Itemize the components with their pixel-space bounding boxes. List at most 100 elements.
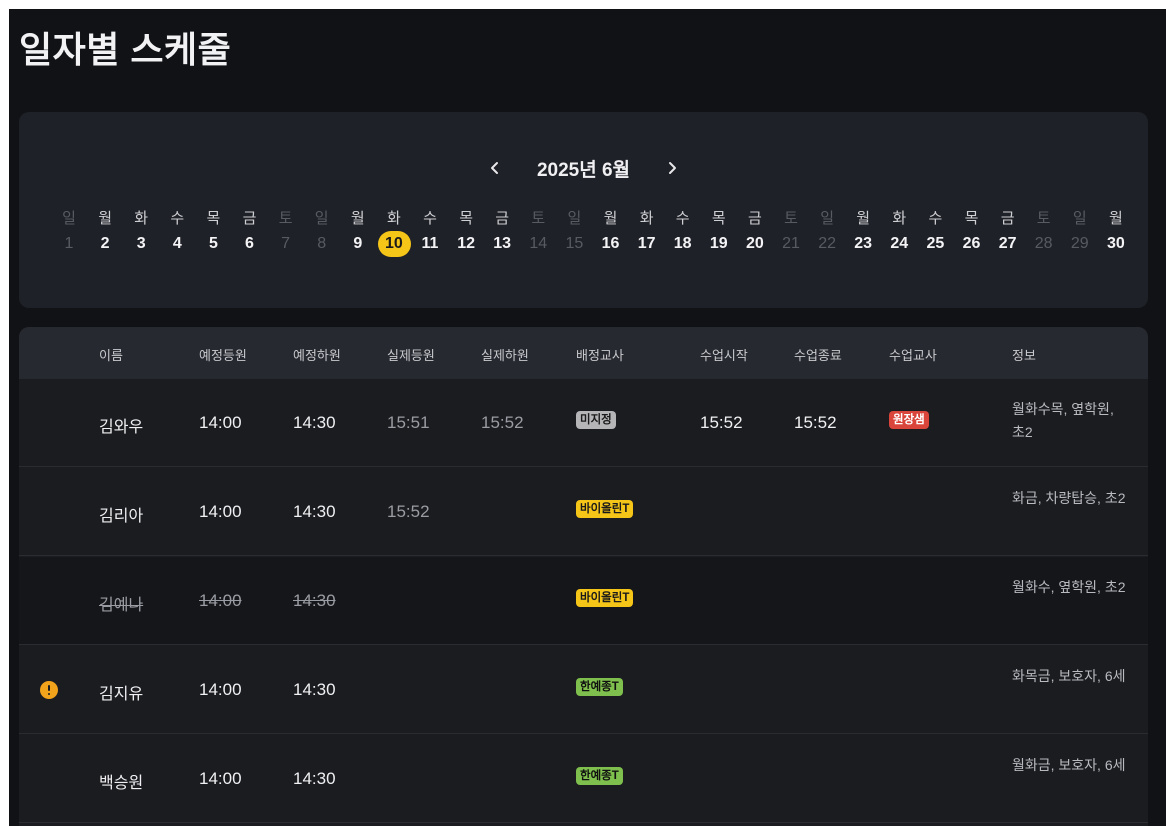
calendar-day-11[interactable]: 수 11 (412, 208, 448, 256)
calendar-day-26[interactable]: 목 26 (954, 208, 990, 256)
calendar-day-5[interactable]: 목5 (195, 208, 231, 256)
planned-in-time: 14:00 (199, 769, 242, 788)
day-number: 20 (745, 235, 764, 252)
planned-out-time: 14:30 (293, 769, 336, 788)
student-info: 화목금, 보호자, 6세 (1012, 668, 1126, 684)
weekday-label: 화 (639, 210, 654, 227)
day-number: 7 (281, 235, 291, 252)
day-number: 6 (245, 235, 254, 252)
day-number: 14 (529, 235, 548, 252)
calendar-day-1[interactable]: 일1 (51, 208, 87, 256)
calendar-day-17[interactable]: 화 17 (629, 208, 665, 256)
weekday-label: 금 (747, 210, 762, 227)
calendar-day-18[interactable]: 수 18 (665, 208, 701, 256)
assigned-teacher-badge[interactable]: 미지정 (576, 411, 616, 429)
calendar-day-19[interactable]: 목 19 (701, 208, 737, 256)
planned-in-time: 14:00 (199, 680, 242, 699)
calendar-day-23[interactable]: 월 23 (845, 208, 881, 256)
actual-in-time: 15:51 (387, 413, 430, 432)
table-row[interactable]: 김지유 14:00 14:30 한예종T 화목금, 보호자, 6세 (19, 646, 1148, 734)
day-number: 10 (384, 235, 403, 252)
calendar-day-28[interactable]: 토 28 (1026, 208, 1062, 256)
assigned-teacher-badge[interactable]: 한예종T (576, 678, 623, 696)
day-number: 27 (998, 235, 1017, 252)
planned-out-time: 14:30 (293, 502, 336, 521)
calendar-day-14[interactable]: 토 14 (520, 208, 556, 256)
day-number: 12 (457, 235, 475, 252)
weekday-label: 일 (567, 210, 582, 227)
planned-in-time: 14:00 (199, 591, 242, 610)
calendar-day-30[interactable]: 월 30 (1098, 208, 1134, 256)
calendar-day-25[interactable]: 수 25 (917, 208, 953, 256)
weekday-label: 수 (675, 210, 690, 227)
table-row[interactable]: 김와우 14:00 14:30 15:51 15:52 15:52 15:52 미지정 원장샘 월… (19, 379, 1148, 467)
weekday-label: 목 (711, 210, 726, 227)
student-name: 김리아 (99, 508, 144, 525)
day-number: 30 (1106, 235, 1125, 252)
actual-in-time: 15:52 (387, 502, 430, 521)
header-planned-in: 예정등원 (199, 348, 247, 363)
weekday-label: 일 (820, 210, 834, 227)
calendar-day-4[interactable]: 수4 (159, 208, 195, 256)
weekday-label: 화 (386, 210, 401, 227)
assigned-teacher-badge[interactable]: 한예종T (576, 767, 623, 785)
day-number: 28 (1034, 235, 1053, 252)
warning-icon (40, 681, 58, 699)
weekday-label: 목 (964, 210, 979, 227)
day-number: 21 (782, 235, 800, 252)
weekday-label: 금 (495, 210, 510, 227)
calendar-header: 2025년 6월 (19, 156, 1148, 181)
table-row[interactable]: 김리아 14:00 14:30 15:52 바이올린T 화금, 차량탑승, 초2 (19, 468, 1148, 556)
class-start-time: 15:52 (700, 413, 743, 432)
calendar-day-21[interactable]: 토 21 (773, 208, 809, 256)
calendar-day-2[interactable]: 월2 (87, 208, 123, 256)
day-number: 18 (673, 235, 692, 252)
table-row[interactable]: 백승원 14:00 14:30 한예종T 월화금, 보호자, 6세 (19, 735, 1148, 823)
month-label: 2025년 6월 (536, 159, 631, 181)
planned-out-time: 14:30 (293, 591, 336, 610)
calendar-day-27[interactable]: 금 27 (990, 208, 1026, 256)
weekday-label: 월 (856, 210, 871, 227)
next-month-button[interactable] (660, 156, 684, 180)
calendar-day-24[interactable]: 화 24 (881, 208, 917, 256)
weekday-label: 일 (1072, 210, 1087, 227)
calendar-day-6[interactable]: 금6 (232, 208, 268, 256)
calendar-day-12[interactable]: 목 12 (448, 208, 484, 256)
weekday-label: 일 (62, 210, 76, 227)
calendar-day-20[interactable]: 금 20 (737, 208, 773, 256)
weekday-label: 목 (459, 210, 473, 227)
calendar-day-13[interactable]: 금 13 (484, 208, 520, 256)
calendar-day-8[interactable]: 일8 (304, 208, 340, 256)
planned-out-time: 14:30 (293, 680, 336, 699)
student-info: 화금, 차량탑승, 초2 (1012, 490, 1126, 506)
day-number: 15 (565, 235, 584, 252)
table-row[interactable]: 김예나 14:00 14:30 바이올린T 월화수, 옆학원, 초2 (19, 557, 1148, 645)
calendar-day-29[interactable]: 일 29 (1062, 208, 1098, 256)
calendar-day-3[interactable]: 화3 (123, 208, 159, 256)
student-name: 김지유 (99, 686, 144, 703)
student-name: 김와우 (99, 419, 144, 436)
day-number: 5 (208, 235, 218, 252)
assigned-teacher-badge[interactable]: 바이올린T (576, 589, 634, 607)
actual-out-time: 15:52 (481, 413, 524, 432)
day-number: 23 (854, 235, 873, 252)
calendar-day-10[interactable]: 화 10 (376, 208, 412, 257)
calendar-day-22[interactable]: 일 22 (809, 208, 845, 256)
header-actual-out: 실제하원 (481, 348, 529, 363)
assigned-teacher-badge[interactable]: 바이올린T (576, 500, 634, 518)
day-number: 24 (890, 235, 909, 252)
day-number: 19 (709, 235, 728, 252)
day-number: 16 (601, 235, 620, 252)
calendar-day-16[interactable]: 월 16 (593, 208, 629, 256)
chevron-left-icon (490, 162, 498, 174)
header-planned-out: 예정하원 (293, 348, 341, 363)
chevron-right-icon (669, 162, 677, 174)
calendar-day-9[interactable]: 월9 (340, 208, 376, 256)
class-teacher-badge[interactable]: 원장샘 (889, 411, 929, 429)
prev-month-button[interactable] (483, 156, 507, 180)
day-number: 11 (421, 235, 439, 252)
day-number: 26 (962, 235, 981, 252)
calendar-day-7[interactable]: 토7 (268, 208, 304, 256)
day-number: 4 (172, 235, 182, 252)
calendar-day-15[interactable]: 일 15 (556, 208, 592, 256)
